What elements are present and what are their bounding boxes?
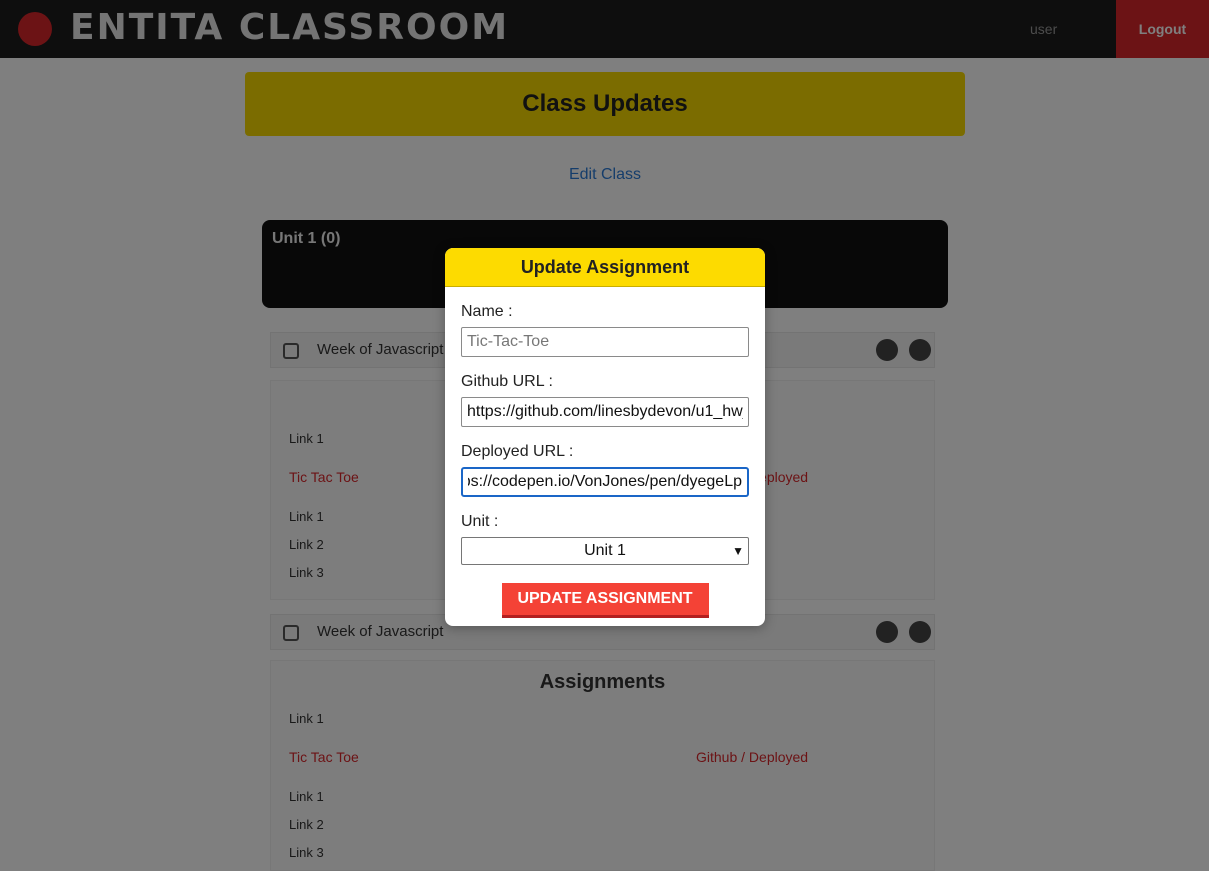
name-label: Name : [461,303,513,320]
github-url-label: Github URL : [461,373,553,390]
unit-selected-value: Unit 1 [584,542,626,559]
unit-select[interactable]: Unit 1 ▼ [461,537,749,565]
deployed-url-label: Deployed URL : [461,443,574,460]
modal-form: Name : Github URL : Deployed URL : Unit … [445,303,765,618]
chevron-down-icon: ▼ [732,544,744,558]
update-assignment-modal: Update Assignment Name : Github URL : De… [445,248,765,626]
github-url-input[interactable] [461,397,749,427]
name-input[interactable] [461,327,749,357]
modal-title: Update Assignment [445,248,765,287]
update-assignment-button[interactable]: UPDATE ASSIGNMENT [501,583,709,618]
unit-label: Unit : [461,513,499,530]
deployed-url-input[interactable] [461,467,749,497]
